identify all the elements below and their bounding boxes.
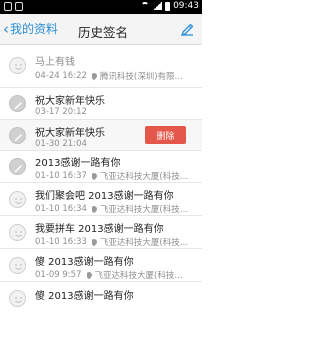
- signature-date: 04-24 16:22: [35, 71, 87, 81]
- location-pin-icon: [91, 204, 100, 214]
- status-bar: 09:43: [0, 0, 202, 14]
- signature-location: 飞亚达科技大厦(科技…: [99, 172, 189, 182]
- list-item[interactable]: 祝大家新年快乐 03-17 20:12: [0, 88, 202, 120]
- edit-button[interactable]: [178, 20, 196, 38]
- list-item[interactable]: 2013感谢一路有你 01-10 16:37 飞亚达科技大厦(科技…: [0, 151, 202, 183]
- pencil-icon: [9, 95, 26, 112]
- signature-location: 飞亚达科技大厦(科技…: [94, 271, 183, 281]
- title-bar: ‹ 我的资料 历史签名: [0, 14, 202, 45]
- signature-date: 03-17 20:12: [35, 107, 87, 117]
- signature-meta: 01-30 21:04: [35, 139, 87, 149]
- signature-meta: 01-10 16:34 飞亚达科技大厦(科技…: [35, 203, 202, 215]
- signature-date: 01-30 21:04: [35, 139, 87, 149]
- signature-text: 我们聚会吧 2013感谢一路有你: [35, 191, 174, 202]
- list-item[interactable]: 祝大家新年快乐 01-30 21:04 删除: [0, 120, 202, 151]
- list-item[interactable]: 傻 2013感谢一路有你 01-09 9:57 飞亚达科技大厦(科技…: [0, 249, 202, 282]
- back-label: 我的资料: [10, 22, 59, 36]
- location-pin-icon: [91, 171, 100, 181]
- list-item[interactable]: 我要拼车 2013感谢一路有你 01-10 16:33 飞亚达科技大厦(科技…: [0, 216, 202, 249]
- list-item[interactable]: 傻 2013感谢一路有你: [0, 282, 202, 356]
- signature-text: 马上有钱: [35, 57, 75, 68]
- smile-icon: [9, 290, 26, 307]
- signature-date: 01-09 9:57: [35, 270, 82, 280]
- smile-icon: [9, 191, 26, 208]
- location-pin-icon: [91, 71, 100, 81]
- signal-icon: [153, 2, 163, 10]
- notification-icons: [4, 2, 23, 11]
- smile-icon: [9, 57, 26, 74]
- list-item[interactable]: 马上有钱 04-24 16:22 腾讯科技(深圳)有限…: [0, 45, 202, 88]
- signature-text: 祝大家新年快乐: [35, 96, 105, 107]
- signature-location: 腾讯科技(深圳)有限…: [99, 72, 184, 82]
- signature-text: 傻 2013感谢一路有你: [35, 291, 134, 302]
- battery-icon: [165, 1, 171, 11]
- signature-date: 01-10 16:34: [35, 204, 87, 214]
- signature-date: 01-10 16:33: [35, 237, 87, 247]
- signature-text: 2013感谢一路有你: [35, 158, 121, 169]
- status-time: 09:43: [173, 1, 199, 11]
- notification-icon: [15, 2, 23, 11]
- signature-text: 我要拼车 2013感谢一路有你: [35, 224, 164, 235]
- back-button[interactable]: ‹ 我的资料: [3, 20, 58, 37]
- pencil-edit-icon: [181, 23, 194, 36]
- signature-date: 01-10 16:37: [35, 171, 87, 181]
- delete-button[interactable]: 删除: [145, 126, 186, 144]
- pencil-icon: [9, 127, 26, 144]
- pencil-icon: [9, 158, 26, 175]
- wifi-icon: [140, 2, 150, 10]
- signature-meta: 04-24 16:22 腾讯科技(深圳)有限…: [35, 70, 202, 82]
- chevron-left-icon: ‹: [3, 19, 9, 38]
- notification-icon: [4, 2, 12, 11]
- smile-icon: [9, 224, 26, 241]
- list-item[interactable]: 我们聚会吧 2013感谢一路有你 01-10 16:34 飞亚达科技大厦(科技…: [0, 183, 202, 216]
- signature-meta: 01-10 16:37 飞亚达科技大厦(科技…: [35, 170, 202, 182]
- signature-meta: 03-17 20:12: [35, 107, 87, 117]
- signature-location: 飞亚达科技大厦(科技…: [99, 238, 189, 248]
- signature-meta: 01-10 16:33 飞亚达科技大厦(科技…: [35, 236, 202, 248]
- smile-icon: [9, 257, 26, 274]
- signature-meta: 01-09 9:57 飞亚达科技大厦(科技…: [35, 269, 197, 281]
- signature-location: 飞亚达科技大厦(科技…: [99, 205, 189, 215]
- location-pin-icon: [91, 237, 100, 247]
- signature-text: 祝大家新年快乐: [35, 128, 105, 139]
- signature-text: 傻 2013感谢一路有你: [35, 257, 134, 268]
- page-title: 历史签名: [78, 25, 129, 40]
- location-pin-icon: [86, 270, 95, 280]
